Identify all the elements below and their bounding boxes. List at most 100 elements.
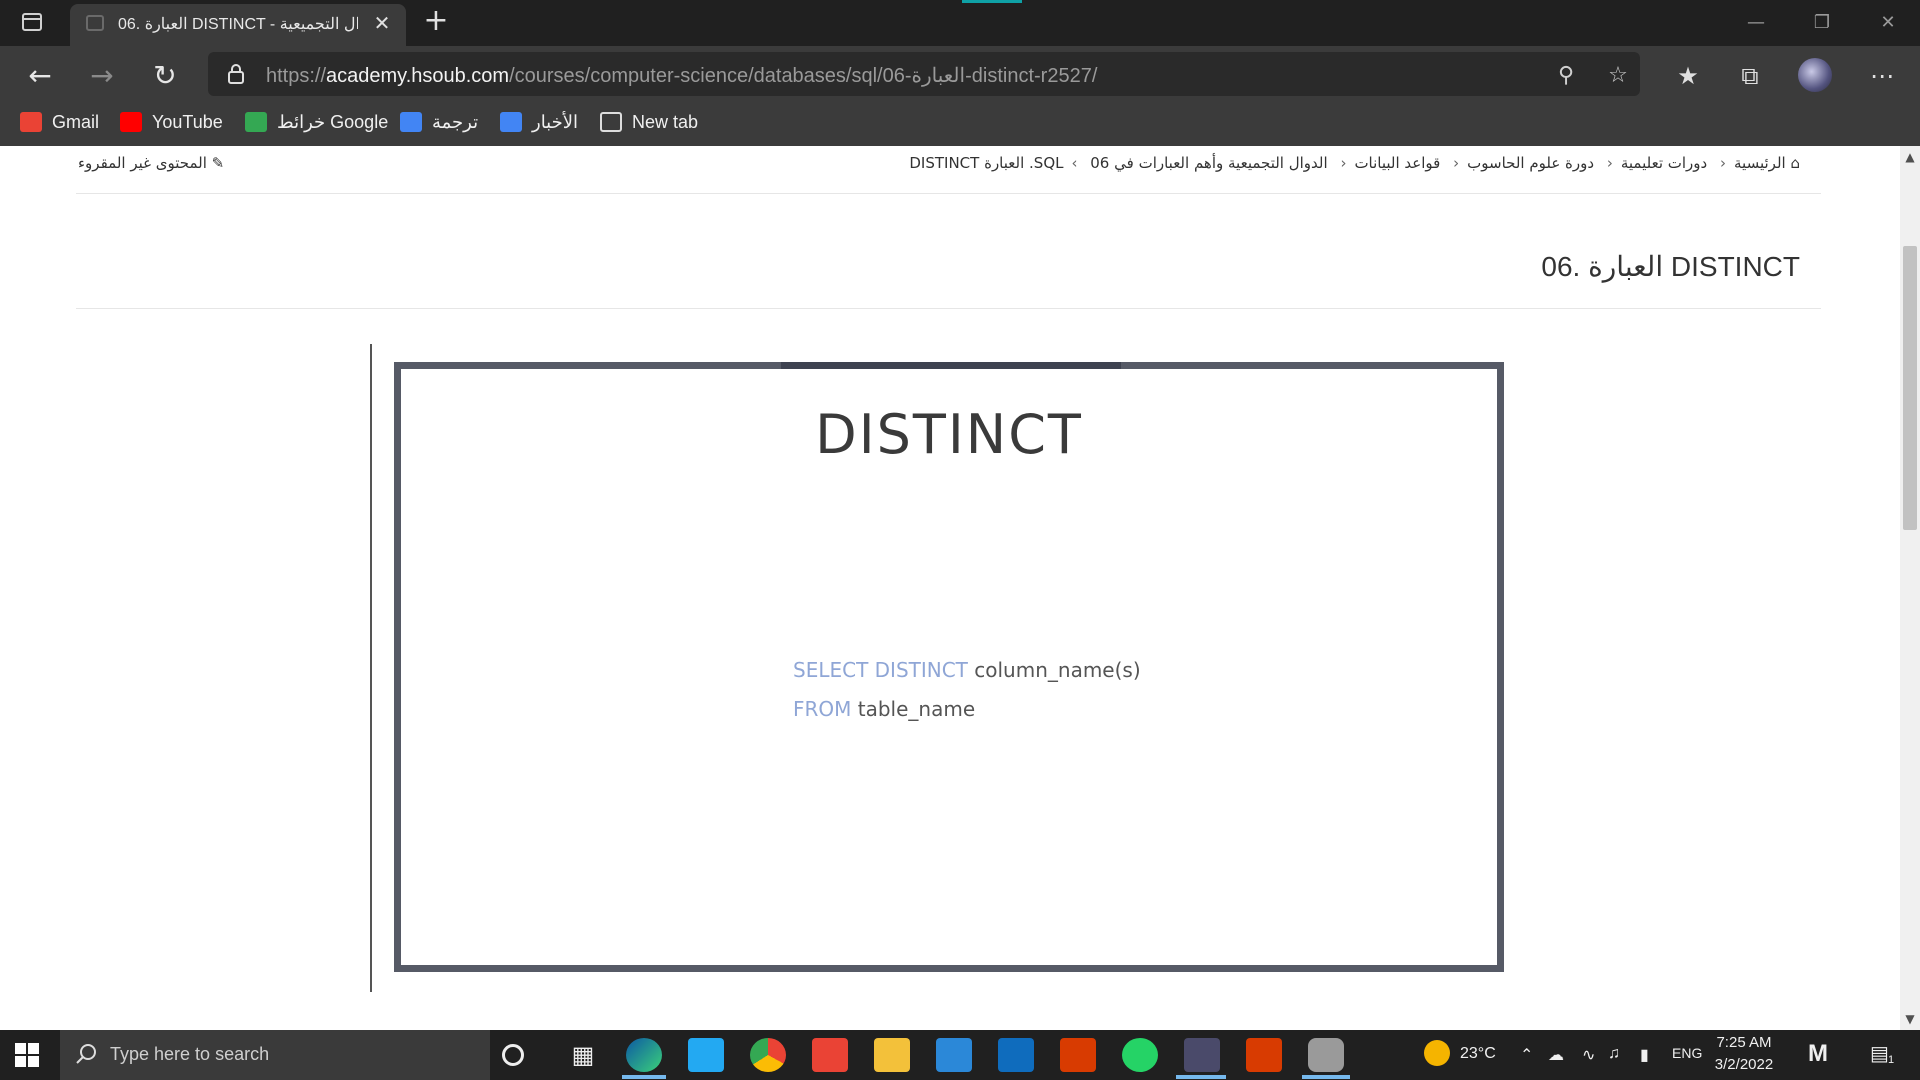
bookmark-label: New tab: [632, 112, 699, 132]
youtube-icon: [120, 112, 142, 132]
tab-title: 06. العبارة DISTINCT - الدوال التجميعية: [118, 16, 358, 33]
scrollbar-thumb[interactable]: [1903, 246, 1917, 530]
bookmark-news[interactable]: الأخبار: [500, 112, 578, 138]
breadcrumb-item[interactable]: دورة علوم الحاسوب: [1467, 154, 1594, 172]
active-indicator: [1302, 1075, 1350, 1079]
bookmark-new-tab[interactable]: New tab: [600, 112, 698, 138]
mail-icon[interactable]: [998, 1038, 1034, 1072]
snipping-tool-icon[interactable]: [1184, 1038, 1220, 1072]
search-placeholder: Type here to search: [110, 1044, 270, 1064]
divider: [76, 193, 1821, 194]
clock-date: 3/2/2022: [1714, 1056, 1774, 1073]
search-icon: [76, 1044, 96, 1064]
language-indicator[interactable]: ENG: [1672, 1045, 1702, 1061]
store-icon[interactable]: [936, 1038, 972, 1072]
file-explorer-icon[interactable]: [874, 1038, 910, 1072]
lock-icon[interactable]: [226, 64, 246, 84]
tab-actions-icon[interactable]: [22, 13, 42, 31]
windows-taskbar: Type here to search ▦ 23°C ⌃ ☁ ∿ ♫ ▮ ENG…: [0, 1030, 1920, 1080]
add-favorite-icon[interactable]: ☆: [1604, 62, 1632, 90]
new-tab-button[interactable]: +: [420, 6, 452, 38]
wifi-icon[interactable]: ∿: [1582, 1045, 1595, 1065]
battery-icon[interactable]: ▮: [1640, 1045, 1649, 1065]
office-icon[interactable]: [1060, 1038, 1096, 1072]
refresh-icon[interactable]: ↻: [145, 56, 185, 96]
bookmark-google-maps[interactable]: خرائط Google: [245, 112, 388, 138]
sql-syntax: SELECT DISTINCT column_name(s) FROM tabl…: [793, 651, 1141, 729]
database-icon[interactable]: [1308, 1038, 1344, 1072]
home-icon: ⌂: [1790, 154, 1800, 172]
code-line-1: SELECT DISTINCT column_name(s): [793, 651, 1141, 690]
bookmark-label: ترجمة: [432, 112, 479, 132]
cloud-icon[interactable]: ☁: [1548, 1045, 1564, 1065]
taskbar-search[interactable]: Type here to search: [60, 1030, 490, 1080]
scroll-up-icon[interactable]: ▲: [1903, 150, 1917, 164]
active-tab[interactable]: 06. العبارة DISTINCT - الدوال التجميعية …: [70, 4, 406, 46]
bookmark-label: Gmail: [52, 112, 100, 132]
scroll-down-icon[interactable]: ▼: [1903, 1012, 1917, 1026]
translate-icon: [400, 112, 422, 132]
maps-icon: [245, 112, 267, 132]
app-tray-icon[interactable]: M: [1808, 1040, 1828, 1068]
address-bar[interactable]: https://academy.hsoub.com/courses/comput…: [208, 52, 1640, 96]
pencil-icon: ✎: [211, 154, 225, 172]
more-options-icon[interactable]: ⋯: [1862, 56, 1902, 96]
url-host: academy.hsoub.com: [326, 65, 510, 87]
close-icon[interactable]: ✕: [370, 11, 394, 35]
bookmark-label: الأخبار: [532, 112, 579, 132]
active-indicator: [622, 1075, 666, 1079]
minimize-icon[interactable]: —: [1736, 10, 1776, 36]
web-page: ⌂ الرئيسية‹ دورات تعليمية‹ دورة علوم الح…: [0, 146, 1900, 1030]
breadcrumb: ⌂ الرئيسية‹ دورات تعليمية‹ دورة علوم الح…: [909, 154, 1800, 172]
favorites-icon[interactable]: ★: [1668, 56, 1708, 96]
temperature[interactable]: 23°C: [1460, 1045, 1496, 1063]
bookmark-youtube[interactable]: YouTube: [120, 112, 223, 138]
window-close-icon[interactable]: ✕: [1868, 10, 1908, 36]
browser-toolbar: ← → ↻ https://academy.hsoub.com/courses/…: [0, 46, 1920, 146]
forward-icon[interactable]: →: [82, 56, 122, 96]
sql-text: table_name: [857, 697, 976, 721]
url-path: /courses/computer-science/databases/sql/…: [509, 65, 1098, 87]
weather-icon[interactable]: [1424, 1040, 1450, 1066]
breadcrumb-item: 06. العبارة DISTINCT: [909, 154, 1110, 172]
sql-keyword: SELECT DISTINCT: [793, 658, 968, 682]
volume-icon[interactable]: ♫: [1608, 1045, 1620, 1063]
breadcrumb-item[interactable]: دورات تعليمية: [1621, 154, 1707, 172]
task-view-icon[interactable]: ▦: [565, 1038, 601, 1072]
edge-icon[interactable]: [626, 1038, 662, 1072]
url-prefix: https://: [266, 65, 327, 87]
vscode-icon[interactable]: [688, 1038, 724, 1072]
breadcrumb-item[interactable]: الرئيسية: [1734, 154, 1786, 172]
new-tab-icon: [600, 112, 622, 132]
browser-titlebar: 06. العبارة DISTINCT - الدوال التجميعية …: [0, 0, 1920, 46]
chrome-icon[interactable]: [750, 1038, 786, 1072]
profile-avatar[interactable]: [1798, 58, 1832, 92]
url-text[interactable]: https://academy.hsoub.com/courses/comput…: [266, 63, 1097, 88]
system-clock[interactable]: 7:25 AM 3/2/2022: [1704, 1032, 1784, 1076]
tab-favicon-icon: [86, 15, 104, 31]
divider: [76, 308, 1821, 309]
cortana-icon[interactable]: [502, 1044, 524, 1066]
active-indicator: [1176, 1075, 1226, 1079]
whatsapp-icon[interactable]: [1122, 1038, 1158, 1072]
notifications-icon[interactable]: ▤: [1870, 1041, 1889, 1066]
breadcrumb-item[interactable]: قواعد البيانات: [1354, 154, 1440, 172]
news-icon: [500, 112, 522, 132]
windows-start-icon[interactable]: [14, 1042, 40, 1068]
bookmark-label: YouTube: [152, 112, 223, 132]
back-icon[interactable]: ←: [20, 56, 60, 96]
unread-content-link[interactable]: المحتوى غير المقروء ✎: [78, 154, 224, 172]
code-line-2: FROM table_name: [793, 690, 1141, 729]
gmail-app-icon[interactable]: [812, 1038, 848, 1072]
vertical-scrollbar[interactable]: ▲ ▼: [1900, 146, 1920, 1030]
bookmark-gmail[interactable]: Gmail: [20, 112, 99, 138]
restore-icon[interactable]: ❐: [1802, 10, 1842, 36]
zoom-icon[interactable]: ⚲: [1552, 62, 1580, 90]
collections-icon[interactable]: ⧉: [1730, 56, 1770, 96]
office-app-icon[interactable]: [1246, 1038, 1282, 1072]
breadcrumb-item[interactable]: الدوال التجميعية وأهم العبارات في SQL: [1034, 154, 1328, 172]
bookmark-label: خرائط Google: [277, 112, 389, 132]
bookmark-translate[interactable]: ترجمة: [400, 112, 478, 138]
page-title: 06. العبارة DISTINCT: [1541, 251, 1800, 282]
chevron-up-icon[interactable]: ⌃: [1520, 1045, 1533, 1065]
